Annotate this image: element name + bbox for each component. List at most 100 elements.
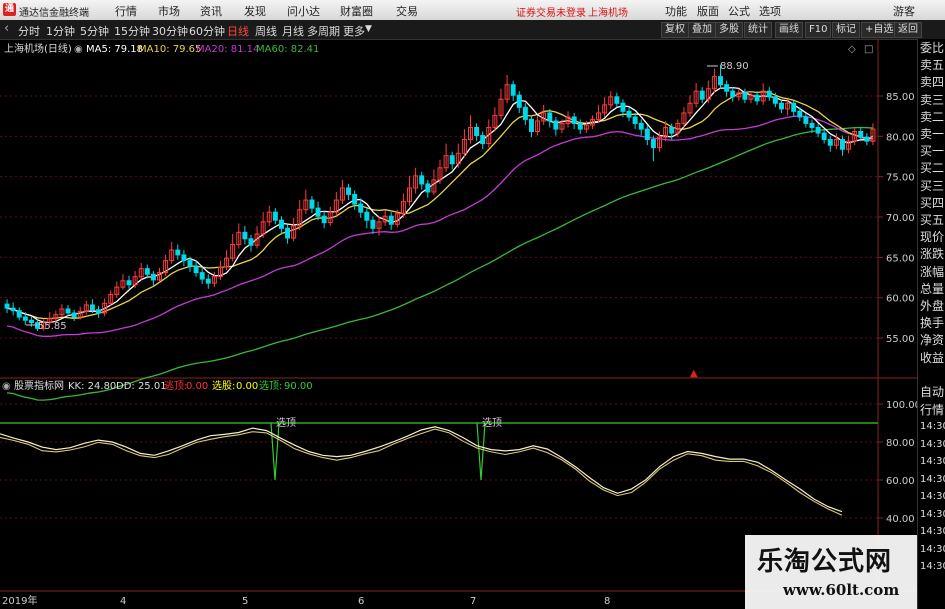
candle[interactable] — [59, 304, 65, 318]
candle[interactable] — [766, 87, 772, 101]
candle[interactable] — [352, 190, 358, 210]
candle[interactable] — [498, 88, 504, 120]
candle[interactable] — [474, 123, 480, 142]
quote-panel-item[interactable]: 涨幅 — [920, 265, 944, 279]
tick-time-item[interactable]: 14:30 — [920, 525, 945, 539]
ma-settings-icon[interactable]: ◉ — [74, 44, 83, 55]
candle[interactable] — [754, 91, 760, 105]
candle[interactable] — [650, 135, 656, 162]
quote-panel-item[interactable]: 卖四 — [920, 75, 944, 89]
period-tab-monthly[interactable]: 月线 — [282, 23, 304, 39]
pane-settings-icon[interactable]: ◇ — [848, 44, 856, 55]
candle[interactable] — [297, 200, 303, 230]
quote-panel-item[interactable]: 卖一 — [920, 127, 944, 141]
candle[interactable] — [504, 75, 510, 104]
candle[interactable] — [83, 300, 89, 315]
candle[interactable] — [309, 196, 315, 213]
candle[interactable] — [114, 281, 120, 298]
quote-panel-item[interactable]: 外盘 — [920, 299, 944, 313]
draw-line-button[interactable]: 画线 — [775, 22, 803, 38]
candle[interactable] — [285, 224, 291, 244]
candle[interactable] — [541, 104, 547, 126]
period-tab-daily[interactable]: 日线 — [227, 23, 249, 39]
candle[interactable] — [815, 123, 821, 138]
candle[interactable] — [400, 193, 406, 218]
quote-panel-item[interactable]: 收益 — [920, 351, 944, 365]
pane-close-icon[interactable]: □ — [864, 44, 873, 55]
candle[interactable] — [346, 183, 352, 201]
quote-panel-item[interactable]: 涨跌 — [920, 247, 944, 261]
candle[interactable] — [687, 95, 693, 117]
candle[interactable] — [138, 262, 144, 280]
candle[interactable] — [638, 119, 644, 136]
candle[interactable] — [461, 129, 467, 158]
candle[interactable] — [303, 189, 309, 214]
quote-panel-item[interactable]: 卖五 — [920, 58, 944, 72]
candle[interactable] — [522, 103, 528, 126]
candle[interactable] — [199, 267, 205, 284]
candle[interactable] — [492, 107, 498, 132]
period-tab-5min[interactable]: 5分钟 — [80, 23, 109, 39]
tick-time-item[interactable]: 14:30 — [920, 560, 945, 574]
candle[interactable] — [437, 159, 443, 184]
f10-button[interactable]: F10 — [805, 22, 832, 38]
candle[interactable] — [644, 125, 650, 146]
candle[interactable] — [577, 119, 583, 134]
period-tab-weekly[interactable]: 周线 — [255, 23, 277, 39]
kline-chart[interactable]: 上海机场(日线) ◉ MA5: 79.18 MA10: 79.65 MA20: … — [0, 39, 917, 609]
menu-ask[interactable]: 问小达 — [287, 3, 320, 19]
mark-button[interactable]: 标记 — [832, 22, 860, 38]
statistics-button[interactable]: 统计 — [744, 22, 772, 38]
indicator-settings-icon[interactable]: ◉ — [2, 381, 11, 392]
candle[interactable] — [724, 80, 730, 97]
candle[interactable] — [96, 305, 101, 318]
quote-panel-item[interactable]: 委比 — [920, 41, 944, 55]
candle[interactable] — [510, 80, 516, 101]
candle[interactable] — [278, 216, 284, 235]
candle[interactable] — [217, 260, 223, 280]
period-tab-multi[interactable]: 多周期 — [307, 23, 340, 39]
candle[interactable] — [608, 91, 614, 109]
candle[interactable] — [364, 208, 370, 229]
tick-time-item[interactable]: 14:30 — [920, 490, 945, 504]
candle[interactable] — [632, 112, 638, 130]
more-dropdown-icon[interactable]: ▼ — [365, 24, 372, 34]
candle[interactable] — [65, 304, 71, 317]
tick-time-item[interactable]: 14:30 — [920, 420, 945, 434]
back-button[interactable]: 返回 — [894, 22, 922, 38]
login-warning[interactable]: 证券交易未登录 — [516, 4, 586, 19]
candle[interactable] — [144, 264, 150, 279]
menu-formula[interactable]: 公式 — [728, 3, 750, 19]
candle[interactable] — [553, 116, 559, 136]
candle[interactable] — [388, 212, 394, 230]
menu-news[interactable]: 资讯 — [200, 3, 222, 19]
candle[interactable] — [571, 112, 577, 130]
candle[interactable] — [266, 205, 272, 226]
candle[interactable] — [468, 115, 473, 144]
candle[interactable] — [779, 99, 784, 113]
add-watchlist-button[interactable]: +自选 — [861, 22, 898, 38]
period-tab-intraday[interactable]: 分时 — [18, 23, 40, 39]
candle[interactable] — [742, 88, 748, 104]
candle[interactable] — [864, 133, 870, 146]
quote-panel-item[interactable]: 现价 — [920, 230, 944, 244]
candle[interactable] — [760, 83, 766, 105]
menu-trade[interactable]: 交易 — [396, 3, 418, 19]
candle[interactable] — [480, 131, 486, 150]
tick-time-item[interactable]: 14:30 — [920, 508, 945, 522]
period-tab-more[interactable]: 更多 — [343, 23, 365, 39]
menu-market[interactable]: 市场 — [158, 3, 180, 19]
candle[interactable] — [413, 167, 419, 194]
candle[interactable] — [10, 302, 16, 316]
candle[interactable] — [71, 309, 77, 322]
candle[interactable] — [272, 208, 278, 225]
quote-panel-item[interactable]: 卖二 — [920, 110, 944, 124]
overlay-button[interactable]: 叠加 — [688, 22, 716, 38]
candle[interactable] — [791, 100, 797, 117]
candle[interactable] — [150, 271, 156, 286]
candle[interactable] — [382, 209, 388, 226]
candle[interactable] — [16, 307, 22, 321]
candle[interactable] — [839, 135, 845, 156]
candle[interactable] — [339, 179, 345, 205]
candle[interactable] — [205, 274, 211, 289]
